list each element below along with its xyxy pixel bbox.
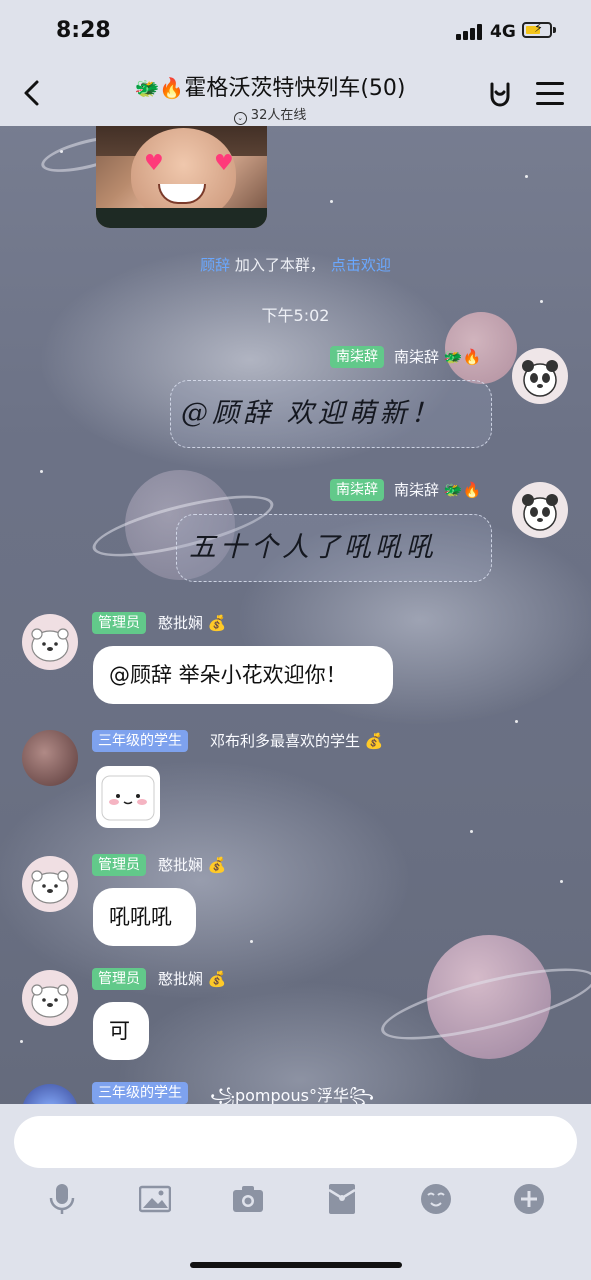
welcome-link[interactable]: 点击欢迎 [331,256,391,274]
message-bubble-decorated[interactable]: @顾辞 欢迎萌新！ [170,380,492,448]
join-text: 加入了本群， [234,256,325,274]
avatar-bear[interactable] [22,614,78,670]
chat-header: 🐲🔥霍格沃茨特快列车(50) ⌄ 32人在线 [0,62,591,126]
group-title: 🐲🔥霍格沃茨特快列车(50) [110,70,430,102]
home-indicator[interactable] [190,1262,402,1268]
group-name: 霍格沃茨特快列车(50) [184,76,406,101]
status-bar: 8:28 4G ⚡ [0,0,591,62]
message-bubble[interactable]: 可 [93,1002,149,1060]
input-bar [0,1104,591,1280]
network-type: 4G [490,22,516,42]
back-arrow-icon[interactable] [18,78,48,108]
status-time: 8:28 [56,18,111,43]
sender-name[interactable]: 憨批娴 💰 [158,854,226,875]
sender-name[interactable]: 南柒辞 🐲🔥 [394,479,481,500]
signal-icon [456,24,484,40]
message-bubble[interactable]: 吼吼吼 [93,888,196,946]
member-tag: 南柒辞 [330,479,384,501]
system-join-notice: 顾辞 加入了本群， 点击欢迎 [0,254,591,275]
member-tag: 南柒辞 [330,346,384,368]
message-list[interactable]: ♥ ♥ 顾辞 加入了本群， 点击欢迎 下午5:02 南柒辞 南柒辞 🐲🔥 @顾辞 … [0,126,591,1104]
sender-name[interactable]: 憨批娴 💰 [158,612,226,633]
chevron-down-icon: ⌄ [233,112,247,125]
title-emoji: 🐲🔥 [134,76,185,100]
online-count-text: 32人在线 [250,108,307,123]
avatar-user[interactable] [22,1084,78,1104]
avatar-bear[interactable] [22,970,78,1026]
battery-tip [553,27,556,33]
group-title-block[interactable]: 🐲🔥霍格沃茨特快列车(50) ⌄ 32人在线 [110,70,430,125]
admin-tag: 管理员 [92,854,146,876]
avatar-panda[interactable] [512,348,568,404]
timestamp: 下午5:02 [261,306,330,325]
camera-icon[interactable] [232,1182,264,1216]
red-packet-icon[interactable] [326,1182,358,1216]
admin-tag: 管理员 [92,612,146,634]
avatar-panda[interactable] [512,482,568,538]
sender-name[interactable]: 邓布利多最喜欢的学生 💰 [210,730,383,751]
admin-tag: 管理员 [92,968,146,990]
sticker-message[interactable] [96,766,160,828]
image-icon[interactable] [139,1182,171,1216]
menu-icon[interactable] [536,82,564,106]
rock-hand-icon[interactable] [484,78,516,110]
joined-user-name[interactable]: 顾辞 [200,256,230,274]
avatar-user[interactable] [22,730,78,786]
online-count: ⌄ 32人在线 [110,104,430,125]
avatar-bear[interactable] [22,856,78,912]
member-title-tag: 三年级的学生 [92,1082,188,1104]
sender-name[interactable]: ꧁pompous°浮华꧂ [210,1082,374,1104]
message-input[interactable] [14,1116,577,1168]
message-bubble-decorated[interactable]: 五十个人了吼吼吼 [176,514,492,582]
mic-icon[interactable] [46,1182,78,1216]
sender-name[interactable]: 憨批娴 💰 [158,968,226,989]
emoji-icon[interactable] [420,1182,452,1216]
battery-icon: ⚡ [522,21,552,38]
sender-name[interactable]: 南柒辞 🐲🔥 [394,346,481,367]
message-bubble[interactable]: @顾辞 举朵小花欢迎你！ [93,646,393,704]
member-title-tag: 三年级的学生 [92,730,188,752]
plus-icon[interactable] [513,1182,545,1216]
image-message[interactable]: ♥ ♥ [96,126,267,228]
